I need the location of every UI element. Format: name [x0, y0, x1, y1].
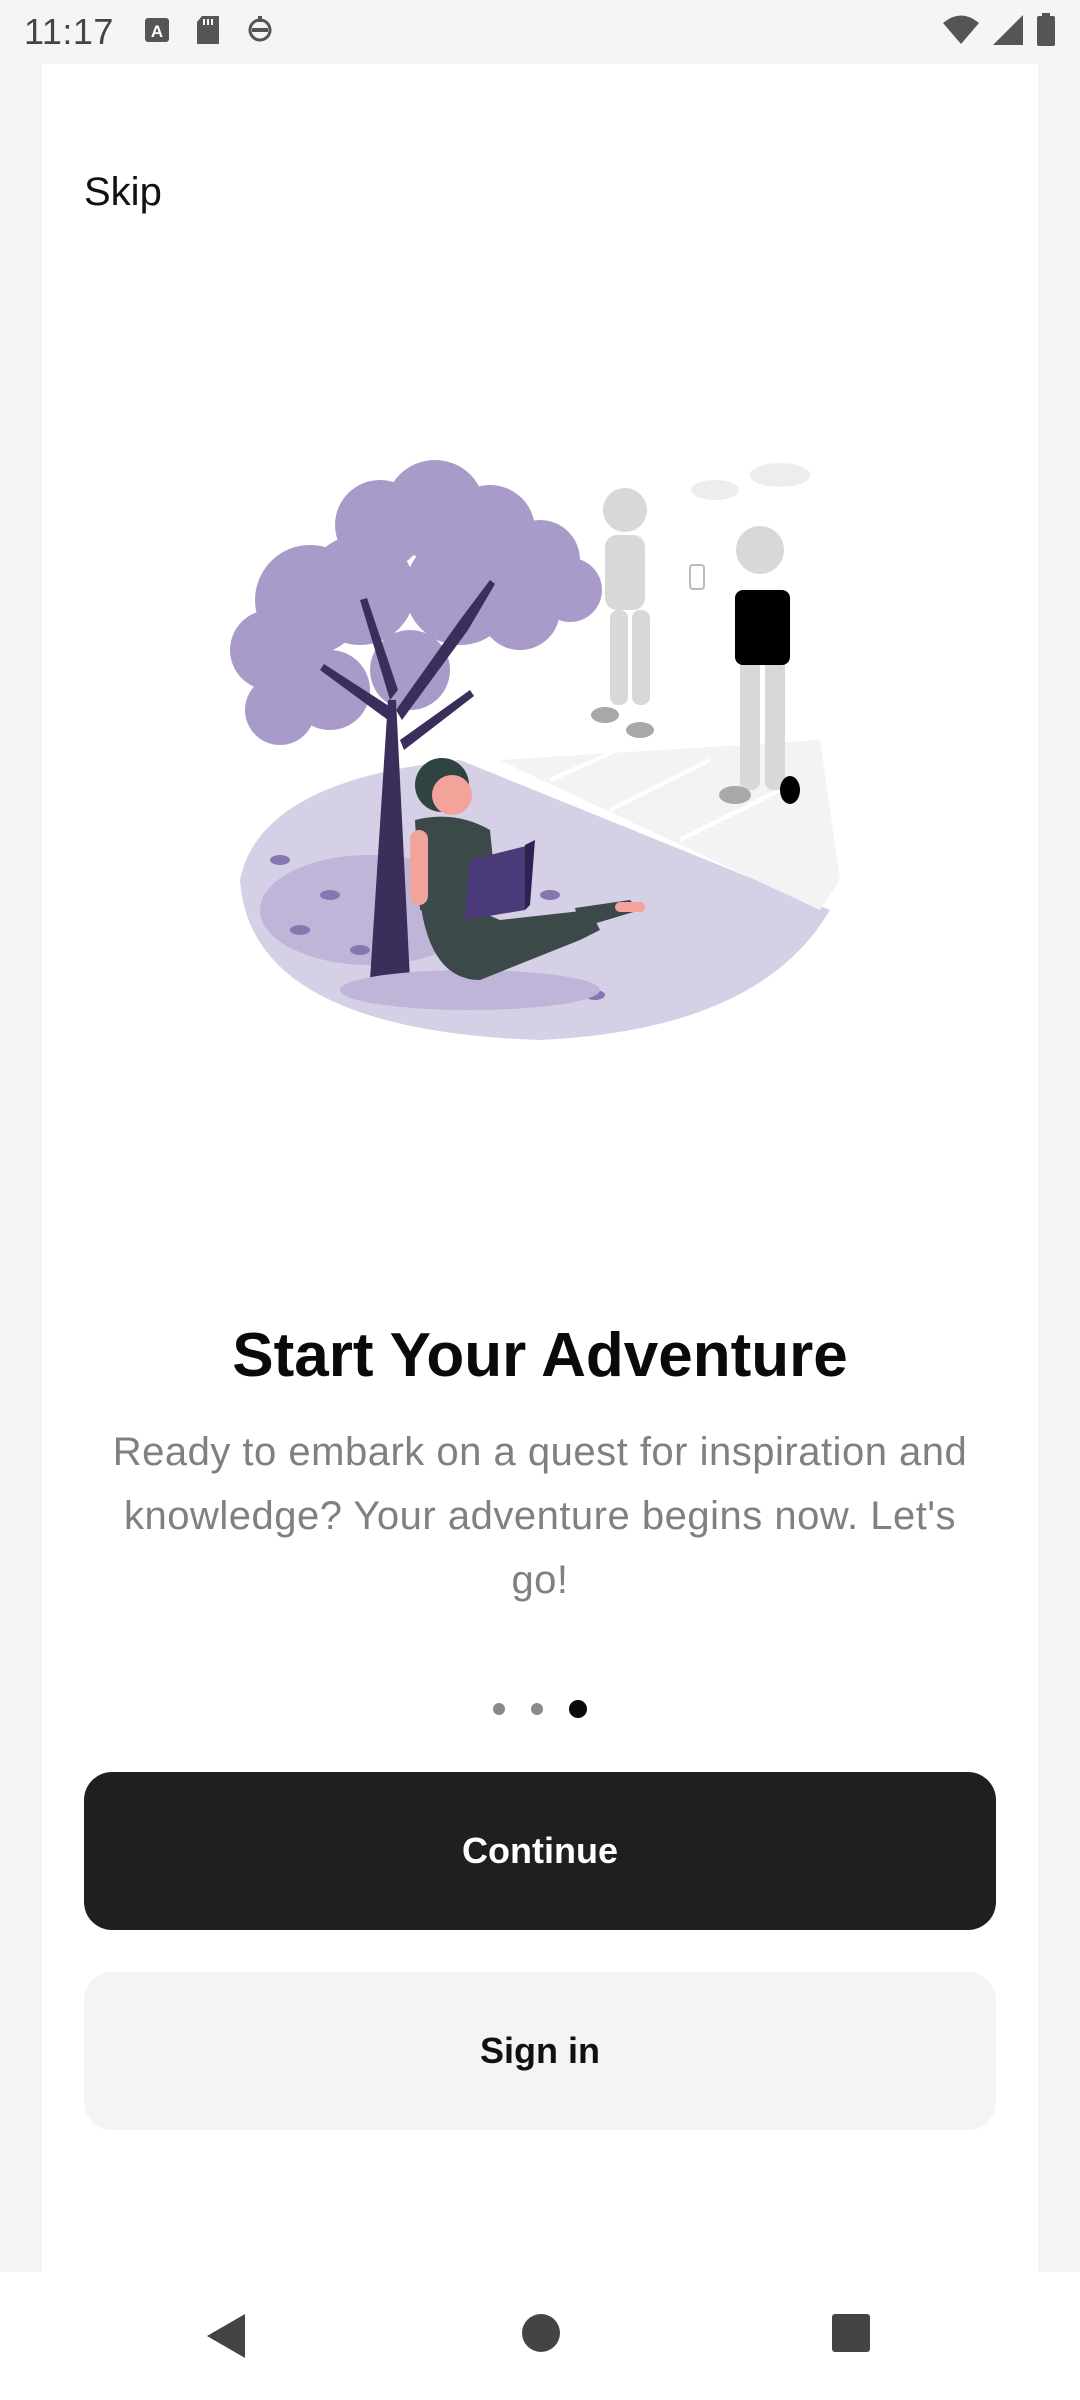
- recents-icon[interactable]: [830, 2312, 872, 2359]
- sign-in-button[interactable]: Sign in: [84, 1972, 996, 2130]
- page-dot-3-active[interactable]: [569, 1700, 587, 1718]
- continue-button[interactable]: Continue: [84, 1772, 996, 1930]
- back-icon[interactable]: [205, 2312, 247, 2365]
- svg-text:A: A: [151, 22, 163, 41]
- page-dot-1[interactable]: [493, 1703, 505, 1715]
- onboarding-description: Ready to embark on a quest for inspirati…: [112, 1430, 968, 1602]
- system-nav-bar: [0, 2272, 1080, 2400]
- status-right-icons: [942, 12, 1056, 52]
- text-notification-icon: A: [144, 17, 170, 48]
- battery-icon: [1036, 12, 1056, 52]
- signal-icon: [992, 14, 1024, 51]
- home-icon[interactable]: [520, 2312, 562, 2359]
- person-reading-under-tree-illustration: [220, 440, 860, 1080]
- onboarding-title: Start Your Adventure: [232, 1321, 848, 1390]
- sd-card-icon: [196, 15, 220, 50]
- status-left-icons: A: [144, 15, 274, 50]
- status-time: 11:17: [24, 11, 114, 52]
- onboarding-card: [42, 64, 1038, 2272]
- wifi-icon: [942, 14, 980, 51]
- page-indicator: [0, 1700, 1080, 1718]
- skip-button[interactable]: Skip: [84, 170, 162, 215]
- page-dot-2[interactable]: [531, 1703, 543, 1715]
- sync-icon: [246, 15, 274, 50]
- status-bar: 11:17 A: [0, 0, 1080, 64]
